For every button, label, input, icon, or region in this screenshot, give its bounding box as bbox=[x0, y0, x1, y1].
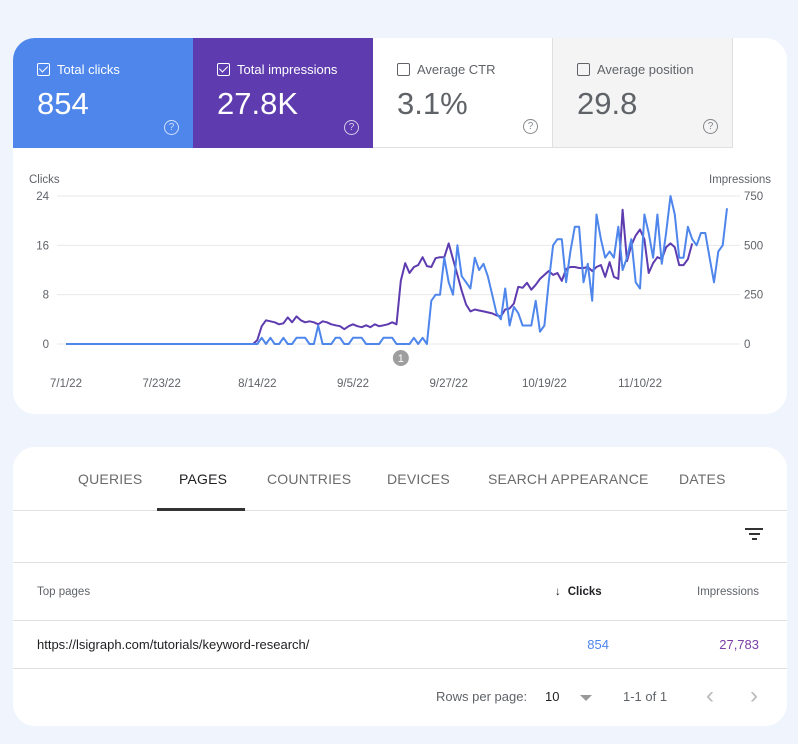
right-tick-label: 750 bbox=[744, 191, 763, 203]
right-tick-label: 500 bbox=[744, 240, 763, 252]
x-tick-label: 9/5/22 bbox=[337, 378, 369, 390]
left-tick-label: 0 bbox=[43, 339, 49, 351]
left-tick-label: 8 bbox=[43, 290, 49, 302]
tab-search-appearance[interactable]: SEARCH APPEARANCE bbox=[488, 471, 649, 487]
x-tick-label: 7/23/22 bbox=[142, 378, 180, 390]
next-page-button[interactable]: › bbox=[750, 682, 758, 710]
x-tick-label: 7/1/22 bbox=[50, 378, 82, 390]
right-tick-label: 0 bbox=[744, 339, 750, 351]
table-header: Top pages ↓ Clicks Impressions bbox=[13, 563, 787, 621]
left-tick-label: 24 bbox=[36, 191, 49, 203]
performance-chart: Clicks Impressions 0 0 8 250 16 500 24 750 7/1/… bbox=[29, 174, 771, 390]
filter-icon[interactable] bbox=[745, 528, 763, 542]
tab-countries[interactable]: COUNTRIES bbox=[267, 471, 351, 487]
filter-row bbox=[13, 511, 787, 563]
dimension-tabs: QUERIES PAGES COUNTRIES DEVICES SEARCH A… bbox=[13, 447, 787, 511]
annotation-label: 1 bbox=[398, 353, 404, 365]
performance-card: Total clicks 854 ? Total impressions 27.… bbox=[13, 38, 787, 414]
x-tick-label: 10/19/22 bbox=[522, 378, 567, 390]
right-tick-label: 250 bbox=[744, 290, 763, 302]
column-header-clicks[interactable]: ↓ Clicks bbox=[555, 586, 602, 598]
prev-page-button[interactable]: ‹ bbox=[706, 682, 714, 710]
pagination: Rows per page: 10 1-1 of 1 ‹ › bbox=[13, 669, 787, 726]
sort-descending-icon: ↓ bbox=[555, 586, 561, 598]
left-axis-title: Clicks bbox=[29, 174, 60, 186]
tab-queries[interactable]: QUERIES bbox=[78, 471, 142, 487]
column-header-top-pages: Top pages bbox=[37, 586, 91, 598]
page-url[interactable]: https://lsigraph.com/tutorials/keyword-r… bbox=[37, 637, 309, 652]
table-card: QUERIES PAGES COUNTRIES DEVICES SEARCH A… bbox=[13, 447, 787, 726]
tab-dates[interactable]: DATES bbox=[679, 471, 726, 487]
x-tick-label: 8/14/22 bbox=[238, 378, 276, 390]
dropdown-arrow-icon bbox=[580, 694, 593, 701]
x-tick-label: 9/27/22 bbox=[429, 378, 467, 390]
x-tick-label: 11/10/22 bbox=[618, 378, 662, 390]
rows-per-page-label: Rows per page: bbox=[436, 689, 528, 704]
tab-pages[interactable]: PAGES bbox=[179, 471, 227, 487]
tab-devices[interactable]: DEVICES bbox=[387, 471, 450, 487]
page-range: 1-1 of 1 bbox=[623, 689, 668, 704]
left-tick-label: 16 bbox=[36, 240, 49, 252]
row-clicks: 854 bbox=[587, 637, 609, 652]
annotation-marker[interactable]: 1 bbox=[392, 350, 409, 366]
table-row[interactable]: https://lsigraph.com/tutorials/keyword-r… bbox=[13, 621, 787, 669]
rows-per-page-select[interactable]: 10 bbox=[545, 689, 593, 704]
right-axis-title: Impressions bbox=[709, 174, 771, 186]
column-header-impressions[interactable]: Impressions bbox=[697, 586, 759, 598]
row-impressions: 27,783 bbox=[719, 637, 759, 652]
